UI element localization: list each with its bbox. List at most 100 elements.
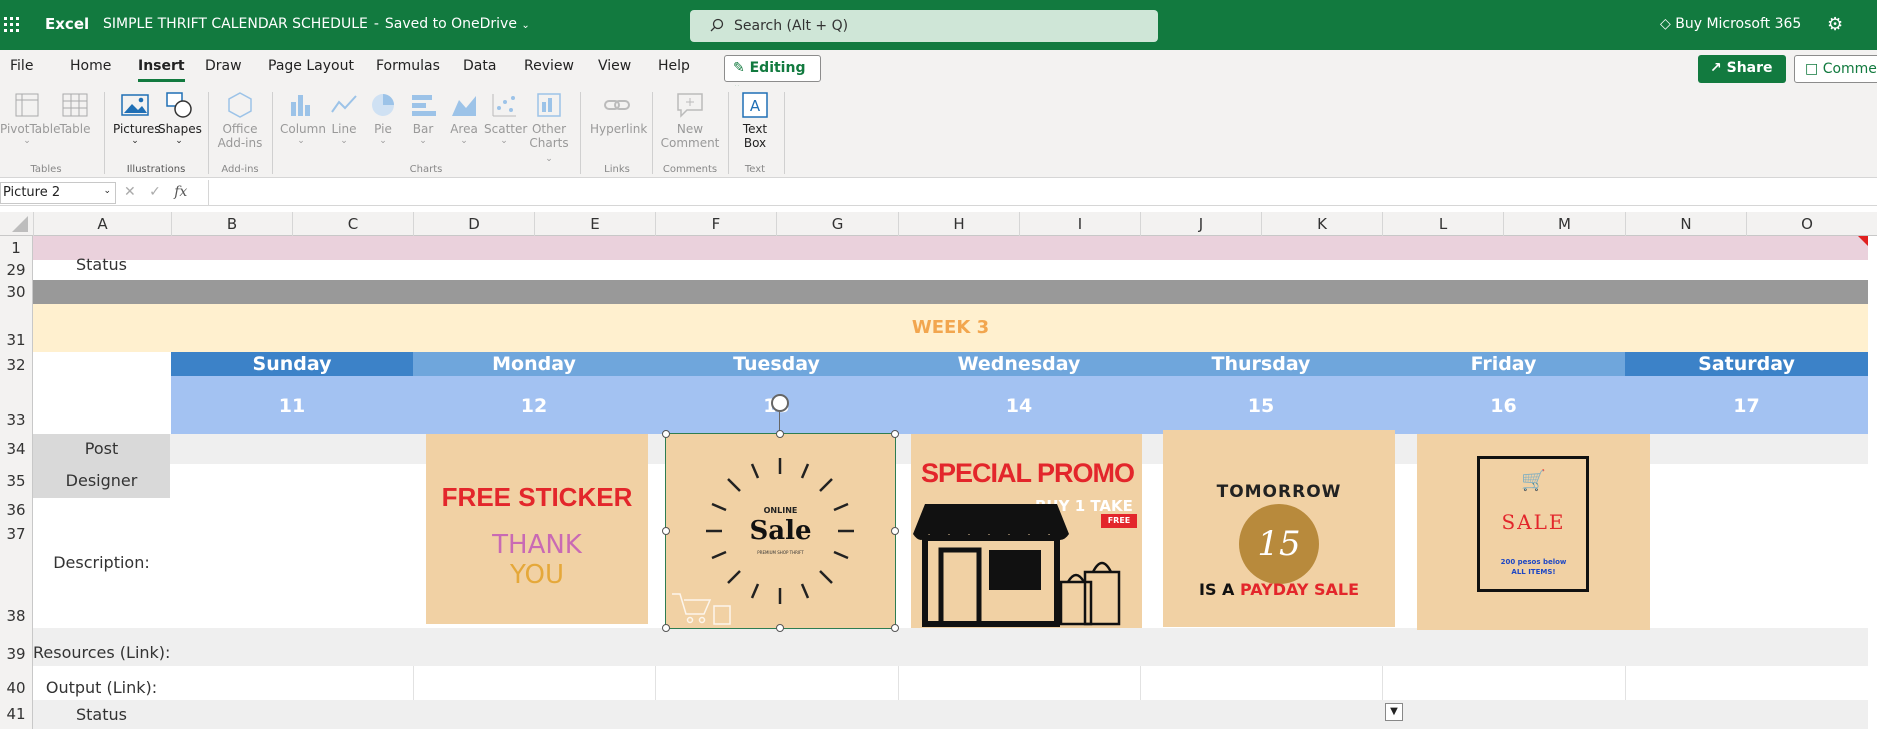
office-addins-button[interactable]: Office Add-ins — [216, 90, 264, 150]
thursday-post-image[interactable]: TOMORROW 15 IS A PAYDAY SALE — [1163, 430, 1395, 627]
tab-formulas[interactable]: Formulas — [376, 58, 440, 74]
gear-icon[interactable]: ⚙ — [1827, 14, 1843, 35]
formula-input[interactable] — [208, 180, 1877, 206]
column-header[interactable]: M — [1503, 212, 1625, 236]
tab-page-layout[interactable]: Page Layout — [268, 58, 354, 74]
column-header[interactable]: K — [1261, 212, 1382, 236]
resize-handle[interactable] — [662, 430, 670, 438]
resize-handle[interactable] — [776, 624, 784, 632]
resources-row[interactable] — [33, 628, 1868, 666]
status-label[interactable]: Status — [33, 700, 170, 729]
tab-file[interactable]: File — [10, 58, 33, 74]
tab-home[interactable]: Home — [70, 58, 111, 74]
tab-insert[interactable]: Insert — [138, 58, 185, 82]
editing-mode-button[interactable]: ✎ Editing ⌄ — [724, 55, 821, 91]
pivottable-button[interactable]: PivotTable ⌄ — [0, 90, 61, 146]
column-header[interactable]: H — [898, 212, 1019, 236]
output-label[interactable]: Output (Link): — [33, 666, 170, 700]
hyperlink-button[interactable]: Hyperlink — [590, 90, 647, 136]
row-header[interactable]: 39 — [0, 628, 33, 666]
row-header[interactable]: 36 — [0, 498, 33, 522]
function-icon[interactable]: fx — [174, 184, 187, 200]
monday-post-image[interactable]: FREE STICKER THANK YOU — [426, 434, 648, 624]
pictures-button[interactable]: Pictures ⌄ — [113, 90, 161, 146]
share-button[interactable]: ↗ Share — [1698, 55, 1786, 83]
wednesday-post-image[interactable]: SPECIAL PROMO BUY 1 TAKE 1 FREE — [911, 434, 1142, 628]
comments-label: Comments — [1822, 61, 1877, 77]
row-header[interactable]: 35 — [0, 464, 33, 498]
row-header[interactable]: 34 — [0, 434, 33, 464]
designer-label[interactable]: Designer — [33, 464, 170, 498]
search-box[interactable]: Search (Alt + Q) — [690, 10, 1158, 42]
pivottable-icon — [15, 93, 39, 117]
area-chart-button[interactable]: Area ⌄ — [446, 90, 482, 146]
row-header[interactable]: 33 — [0, 378, 33, 434]
name-box[interactable]: Picture 2 ⌄ — [0, 182, 116, 204]
resources-label[interactable]: Resources (Link): — [33, 628, 170, 666]
svg-text:A: A — [750, 97, 761, 115]
resize-handle[interactable] — [891, 527, 899, 535]
document-title[interactable]: SIMPLE THRIFT CALENDAR SCHEDULE - Saved to… — [103, 16, 530, 32]
resize-handle[interactable] — [662, 624, 670, 632]
row-header[interactable]: 29 — [0, 260, 33, 280]
row-header[interactable]: 40 — [0, 666, 33, 700]
column-header[interactable]: F — [655, 212, 776, 236]
worksheet-grid[interactable]: Status WEEK 3 Sunday Monday Tuesday Wedn… — [33, 236, 1877, 729]
row-header[interactable]: 32 — [0, 352, 33, 378]
cancel-icon[interactable]: ✕ — [124, 184, 136, 200]
bar-chart-button[interactable]: Bar ⌄ — [406, 90, 440, 146]
tab-help[interactable]: Help — [658, 58, 690, 74]
other-charts-button[interactable]: Other Charts ⌄ — [526, 90, 572, 164]
app-name[interactable]: Excel — [45, 15, 89, 33]
column-header[interactable]: J — [1140, 212, 1261, 236]
post-label[interactable]: Post — [33, 434, 170, 464]
tuesday-post-image[interactable]: ONLINE Sale PREMIUM SHOP THRIFT — [665, 433, 896, 629]
status-label[interactable]: Status — [33, 258, 170, 274]
column-header[interactable]: D — [413, 212, 534, 236]
column-chart-button[interactable]: Column ⌄ — [280, 90, 326, 146]
column-header[interactable]: I — [1019, 212, 1140, 236]
app-launcher-icon[interactable] — [4, 17, 20, 33]
column-header[interactable]: L — [1382, 212, 1503, 236]
row-header[interactable]: 41 — [0, 700, 33, 729]
column-header[interactable]: G — [776, 212, 898, 236]
column-header[interactable]: N — [1625, 212, 1746, 236]
chevron-down-icon: ⌄ — [500, 136, 508, 146]
line-chart-button[interactable]: Line ⌄ — [326, 90, 362, 146]
resize-handle[interactable] — [776, 430, 784, 438]
shapes-button[interactable]: Shapes ⌄ — [158, 90, 202, 146]
rotate-handle-icon[interactable] — [771, 394, 789, 412]
row-header[interactable]: 37 — [0, 522, 33, 546]
row-header[interactable]: 38 — [0, 546, 33, 628]
text-box-button[interactable]: A Text Box — [736, 90, 774, 150]
tab-view[interactable]: View — [598, 58, 631, 74]
resize-handle[interactable] — [891, 430, 899, 438]
row-header[interactable]: 1 — [0, 236, 33, 260]
comments-button[interactable]: □ Comments — [1794, 55, 1877, 83]
gray-separator-row[interactable] — [33, 280, 1868, 304]
buy-microsoft-365-link[interactable]: ◇ Buy Microsoft 365 — [1660, 16, 1801, 32]
tab-data[interactable]: Data — [463, 58, 496, 74]
column-header[interactable]: O — [1746, 212, 1867, 236]
friday-post-image[interactable]: 🛒 SALE 200 pesos below ALL ITEMS! — [1417, 434, 1650, 630]
column-header[interactable]: B — [171, 212, 292, 236]
pink-header-row[interactable] — [33, 236, 1868, 260]
status-row[interactable] — [33, 700, 1868, 729]
row-header[interactable]: 31 — [0, 304, 33, 352]
scatter-chart-button[interactable]: Scatter ⌄ — [484, 90, 527, 146]
column-header[interactable]: C — [292, 212, 413, 236]
column-header[interactable]: E — [534, 212, 655, 236]
description-label[interactable]: Description: — [33, 498, 170, 628]
dropdown-arrow-button[interactable]: ▼ — [1385, 703, 1403, 721]
tab-review[interactable]: Review — [524, 58, 574, 74]
row-header[interactable]: 30 — [0, 280, 33, 304]
resize-handle[interactable] — [891, 624, 899, 632]
enter-icon[interactable]: ✓ — [149, 184, 161, 200]
select-all-corner[interactable] — [0, 212, 33, 236]
new-comment-button[interactable]: New Comment — [660, 90, 720, 150]
resize-handle[interactable] — [662, 527, 670, 535]
tab-draw[interactable]: Draw — [205, 58, 242, 74]
column-header[interactable]: A — [33, 212, 171, 236]
table-button[interactable]: Table — [58, 90, 92, 136]
pie-chart-button[interactable]: Pie ⌄ — [366, 90, 400, 146]
